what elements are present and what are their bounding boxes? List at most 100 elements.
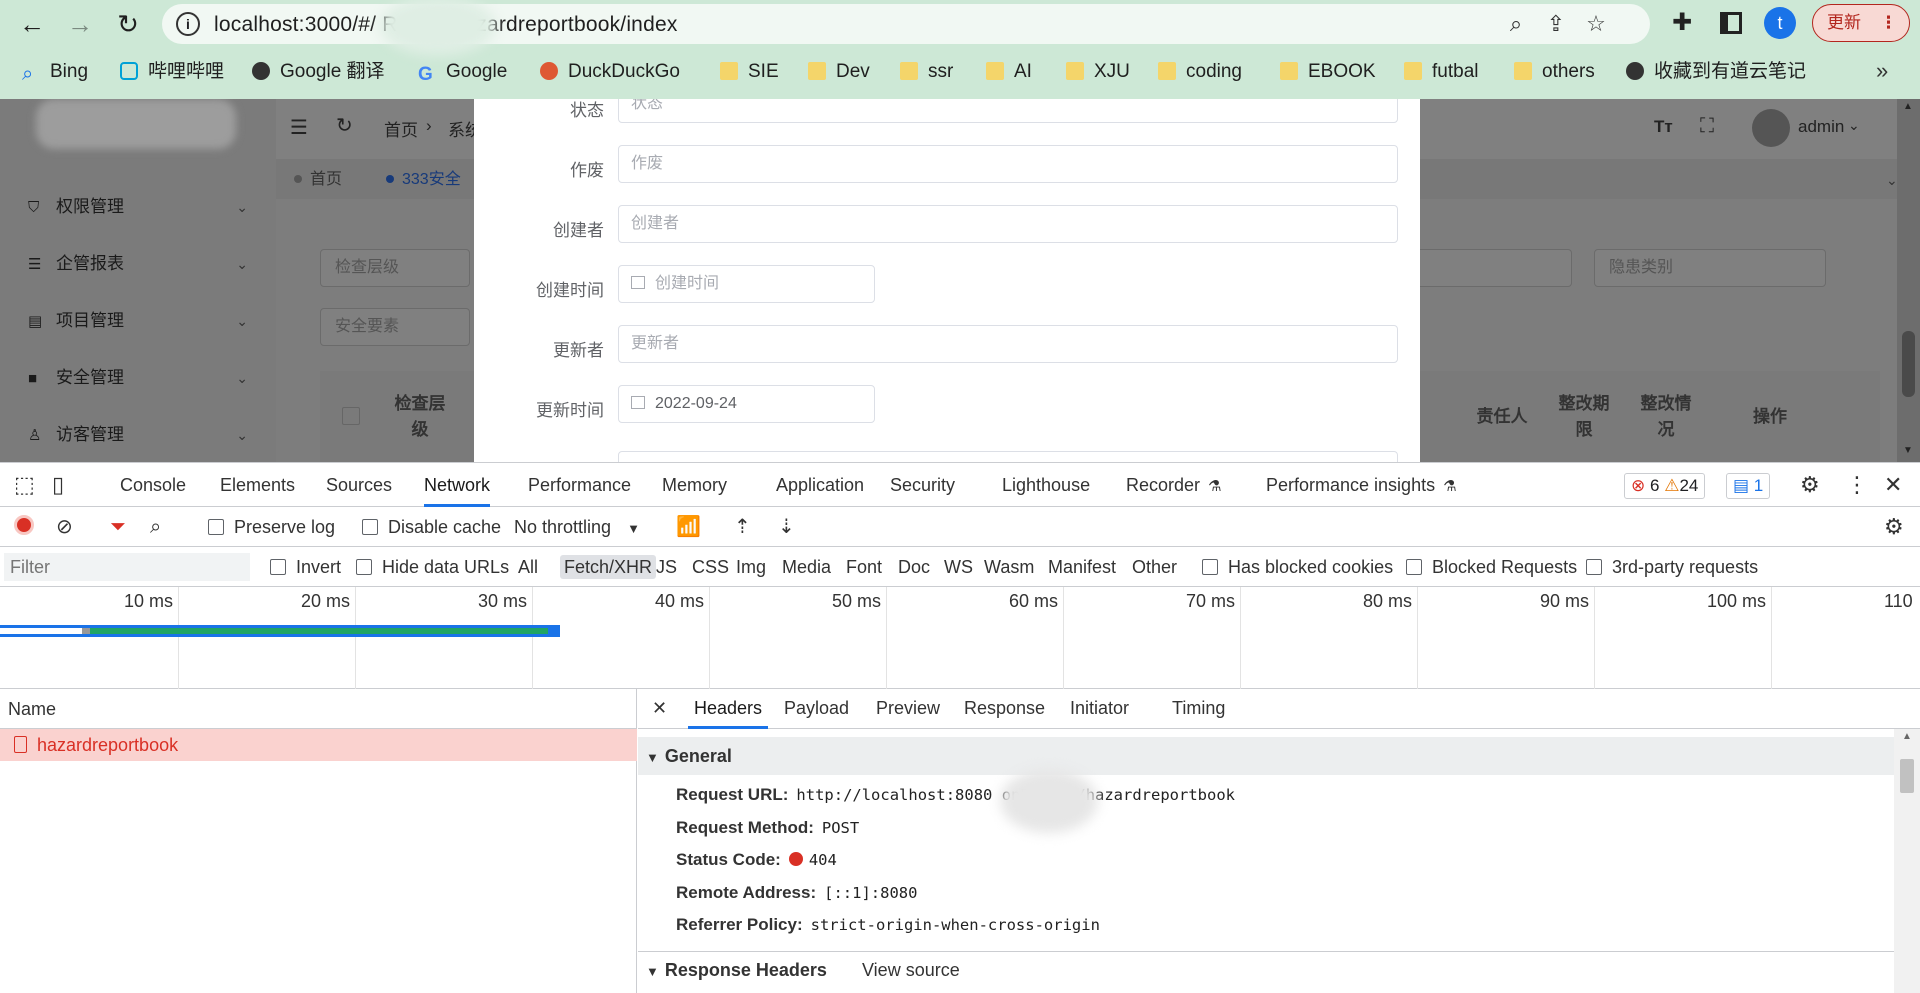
- filter-type-doc[interactable]: Doc: [898, 555, 930, 579]
- updater-input[interactable]: 更新者: [618, 325, 1398, 363]
- filter-icon[interactable]: ⏷: [110, 515, 126, 539]
- checkbox[interactable]: [362, 519, 378, 535]
- breadcrumb-home[interactable]: 首页: [384, 116, 418, 141]
- checkbox[interactable]: [1202, 559, 1218, 575]
- disable-cache-checkbox[interactable]: Disable cache: [362, 515, 501, 539]
- filter-type-wasm[interactable]: Wasm: [984, 555, 1034, 579]
- filter-type-media[interactable]: Media: [782, 555, 831, 579]
- side-panel-icon[interactable]: [1720, 12, 1742, 34]
- general-section-header[interactable]: ▼ General: [638, 737, 1894, 775]
- create-time-picker[interactable]: 创建时间: [618, 265, 875, 303]
- close-detail-icon[interactable]: ✕: [652, 689, 667, 729]
- chevron-down-icon[interactable]: ⌄: [1886, 165, 1898, 195]
- font-size-icon[interactable]: Tт: [1654, 117, 1673, 137]
- tab-performance[interactable]: Performance: [528, 463, 631, 507]
- tab-security[interactable]: Security: [890, 463, 955, 507]
- settings-icon[interactable]: ⚙: [1800, 463, 1820, 507]
- bookmark-3[interactable]: G Google: [418, 58, 507, 86]
- bookmark-4[interactable]: DuckDuckGo: [540, 58, 680, 86]
- filter-type-img[interactable]: Img: [736, 555, 766, 579]
- messages-badge[interactable]: ▤ 1: [1726, 473, 1771, 499]
- tab-performance-insights[interactable]: Performance insights ⚗: [1266, 463, 1457, 507]
- checkbox[interactable]: [208, 519, 224, 535]
- element-filter[interactable]: 安全要素: [320, 308, 470, 346]
- bookmark-7[interactable]: ssr: [900, 58, 953, 86]
- detail-tab-timing[interactable]: Timing: [1172, 689, 1225, 729]
- sidebar-item-4[interactable]: ♙ 访客管理 ⌄: [28, 415, 256, 455]
- detail-tab-headers[interactable]: Headers: [688, 689, 769, 729]
- more-icon[interactable]: ⋮: [1846, 463, 1868, 507]
- filter-input[interactable]: [4, 553, 250, 581]
- view-source-link[interactable]: View source: [862, 952, 960, 988]
- user-name[interactable]: admin: [1798, 117, 1844, 137]
- filter-type-js[interactable]: JS: [656, 555, 677, 579]
- update-button[interactable]: 更新 ⋮: [1812, 4, 1910, 42]
- avatar[interactable]: [1752, 109, 1790, 147]
- search-icon[interactable]: ⌕: [150, 515, 161, 539]
- blocked-cookies-checkbox[interactable]: Has blocked cookies: [1202, 555, 1393, 579]
- bookmark-13[interactable]: others: [1514, 58, 1595, 86]
- sidebar-item-2[interactable]: ▤ 项目管理 ⌄: [28, 301, 256, 341]
- bookmark-6[interactable]: Dev: [808, 58, 870, 86]
- forward-button[interactable]: →: [62, 6, 98, 42]
- scroll-up-icon[interactable]: ▲: [1903, 101, 1913, 112]
- scrollbar-thumb[interactable]: [1902, 331, 1915, 397]
- export-har-icon[interactable]: ⇣: [778, 515, 795, 539]
- tag-active[interactable]: 333安全: [386, 165, 461, 195]
- detail-tab-response[interactable]: Response: [964, 689, 1045, 729]
- import-har-icon[interactable]: ⇡: [734, 515, 751, 539]
- filter-type-all[interactable]: All: [518, 555, 538, 579]
- request-row[interactable]: hazardreportbook: [0, 729, 637, 761]
- scroll-up-icon[interactable]: ▲: [1902, 731, 1912, 742]
- checkbox[interactable]: [1586, 559, 1602, 575]
- checkbox[interactable]: [356, 559, 372, 575]
- preserve-log-checkbox[interactable]: Preserve log: [208, 515, 335, 539]
- update-time-picker[interactable]: 2022-09-24: [618, 385, 875, 423]
- tab-sources[interactable]: Sources: [326, 463, 392, 507]
- column-name-header[interactable]: Name: [0, 689, 637, 729]
- response-headers-section[interactable]: ▼ Response Headers View source: [638, 951, 1894, 989]
- sidebar-item-0[interactable]: ⛉ 权限管理 ⌄: [28, 187, 256, 227]
- bookmark-8[interactable]: AI: [986, 58, 1032, 86]
- bookmark-14[interactable]: 收藏到有道云笔记: [1626, 58, 1806, 86]
- checkbox[interactable]: [1406, 559, 1422, 575]
- checkbox[interactable]: [270, 559, 286, 575]
- select-all-checkbox[interactable]: [342, 407, 360, 425]
- hide-data-urls-checkbox[interactable]: Hide data URLs: [356, 555, 509, 579]
- tab-elements[interactable]: Elements: [220, 463, 295, 507]
- tab-network[interactable]: Network: [424, 463, 491, 507]
- bookmark-2[interactable]: Google 翻译: [252, 58, 385, 86]
- clear-icon[interactable]: ⊘: [56, 515, 73, 539]
- tab-recorder[interactable]: Recorder ⚗: [1126, 463, 1221, 507]
- tab-lighthouse[interactable]: Lighthouse: [1002, 463, 1090, 507]
- bookmark-0[interactable]: ⌕ Bing: [22, 58, 88, 86]
- page-scrollbar[interactable]: ▲ ▼: [1897, 99, 1920, 462]
- extensions-icon[interactable]: ✚: [1672, 8, 1692, 37]
- invert-checkbox[interactable]: Invert: [270, 555, 341, 579]
- chevron-down-icon[interactable]: ⌄: [1848, 117, 1860, 134]
- bookmark-12[interactable]: futbal: [1404, 58, 1478, 86]
- inspect-icon[interactable]: ⬚: [14, 463, 35, 507]
- record-icon[interactable]: [14, 515, 34, 535]
- chevron-more-icon[interactable]: »: [1876, 58, 1888, 84]
- network-timeline[interactable]: 10 ms 20 ms 30 ms 40 ms 50 ms 60 ms 70 ms 80 ms…: [0, 587, 1920, 689]
- refresh-icon[interactable]: ↻: [336, 113, 353, 138]
- sidebar-item-3[interactable]: ■ 安全管理 ⌄: [28, 358, 256, 398]
- detail-tab-preview[interactable]: Preview: [876, 689, 940, 729]
- throttling-select[interactable]: No throttling ▼: [514, 515, 640, 541]
- third-party-checkbox[interactable]: 3rd-party requests: [1586, 555, 1758, 579]
- menu-fold-icon[interactable]: ☰: [290, 115, 308, 140]
- close-icon[interactable]: ✕: [1884, 463, 1902, 507]
- share-icon[interactable]: ⇪: [1542, 10, 1570, 38]
- fullscreen-icon[interactable]: ⛶: [1700, 115, 1714, 138]
- back-button[interactable]: ←: [14, 6, 50, 42]
- star-icon[interactable]: ☆: [1582, 10, 1610, 38]
- filter-type-ws[interactable]: WS: [944, 555, 973, 579]
- next-field-input[interactable]: [618, 451, 1398, 462]
- level-filter[interactable]: 检查层级: [320, 249, 470, 287]
- zoom-icon[interactable]: ⌕: [1502, 10, 1530, 38]
- bookmark-9[interactable]: XJU: [1066, 58, 1130, 86]
- reload-button[interactable]: ↻: [110, 6, 146, 42]
- device-toolbar-icon[interactable]: ▯: [52, 463, 64, 507]
- network-settings-icon[interactable]: ⚙: [1884, 515, 1904, 539]
